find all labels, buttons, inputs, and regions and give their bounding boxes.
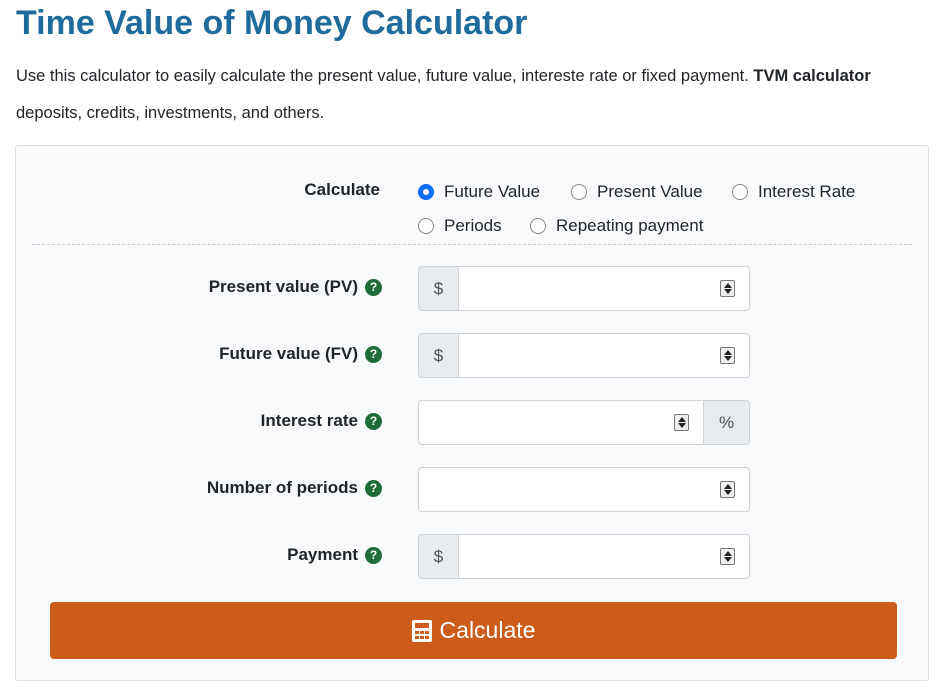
radio-periods[interactable]: Periods	[418, 216, 502, 236]
radio-circle[interactable]	[732, 184, 748, 200]
spinner-icon[interactable]	[720, 347, 735, 364]
radio-circle[interactable]	[530, 218, 546, 234]
radio-label: Present Value	[597, 182, 703, 201]
radio-future-value[interactable]: Future Value	[418, 182, 540, 202]
interest-rate-group: %	[418, 400, 750, 445]
future-value-group: $	[418, 333, 750, 378]
spinner-icon[interactable]	[720, 280, 735, 297]
radio-label: Repeating payment	[556, 216, 704, 235]
number-of-periods-input[interactable]	[418, 467, 750, 512]
help-icon[interactable]: ?	[365, 546, 382, 564]
radio-repeating-payment[interactable]: Repeating payment	[530, 216, 703, 236]
help-icon[interactable]: ?	[365, 345, 382, 363]
interest-rate-label: Interest rate ?	[122, 408, 382, 434]
currency-addon: $	[418, 534, 458, 579]
help-icon[interactable]: ?	[365, 412, 382, 430]
currency-addon: $	[418, 333, 458, 378]
present-value-input[interactable]	[458, 266, 750, 311]
radio-circle[interactable]	[418, 218, 434, 234]
radio-present-value[interactable]: Present Value	[571, 182, 703, 202]
page-title: Time Value of Money Calculator	[16, 4, 528, 42]
calculate-button-label: Calculate	[439, 617, 536, 643]
calculate-mode-label: Calculate	[304, 180, 380, 199]
interest-rate-input[interactable]	[418, 400, 704, 445]
calculate-button[interactable]: Calculate	[50, 602, 897, 659]
payment-input[interactable]	[458, 534, 750, 579]
present-value-group: $	[418, 266, 750, 311]
number-of-periods-label: Number of periods ?	[122, 475, 382, 501]
radio-label: Interest Rate	[758, 182, 856, 201]
radio-label: Periods	[444, 216, 502, 235]
help-icon[interactable]: ?	[365, 479, 382, 497]
spinner-icon[interactable]	[674, 414, 689, 431]
radio-label: Future Value	[444, 182, 541, 201]
help-icon[interactable]: ?	[365, 278, 382, 296]
intro-line-1: Use this calculator to easily calculate …	[16, 67, 871, 85]
radio-circle-checked[interactable]	[418, 184, 434, 200]
intro-line-2: deposits, credits, investments, and othe…	[16, 104, 325, 122]
number-of-periods-group	[418, 467, 750, 512]
section-divider	[32, 244, 912, 245]
future-value-label: Future value (FV) ?	[122, 341, 382, 367]
radio-interest-rate[interactable]: Interest Rate	[732, 182, 855, 202]
intro-text: Use this calculator to easily calculate …	[16, 58, 941, 132]
payment-group: $	[418, 534, 750, 579]
payment-label: Payment ?	[122, 542, 382, 568]
calculator-card: Calculate Future Value Present Value Int…	[15, 145, 929, 681]
radio-circle[interactable]	[571, 184, 587, 200]
future-value-input[interactable]	[458, 333, 750, 378]
present-value-label: Present value (PV) ?	[122, 274, 382, 300]
calculator-icon	[411, 619, 432, 642]
currency-addon: $	[418, 266, 458, 311]
percent-addon: %	[704, 400, 750, 445]
spinner-icon[interactable]	[720, 481, 735, 498]
spinner-icon[interactable]	[720, 548, 735, 565]
intro-bold-text: TVM calculator	[753, 67, 871, 85]
